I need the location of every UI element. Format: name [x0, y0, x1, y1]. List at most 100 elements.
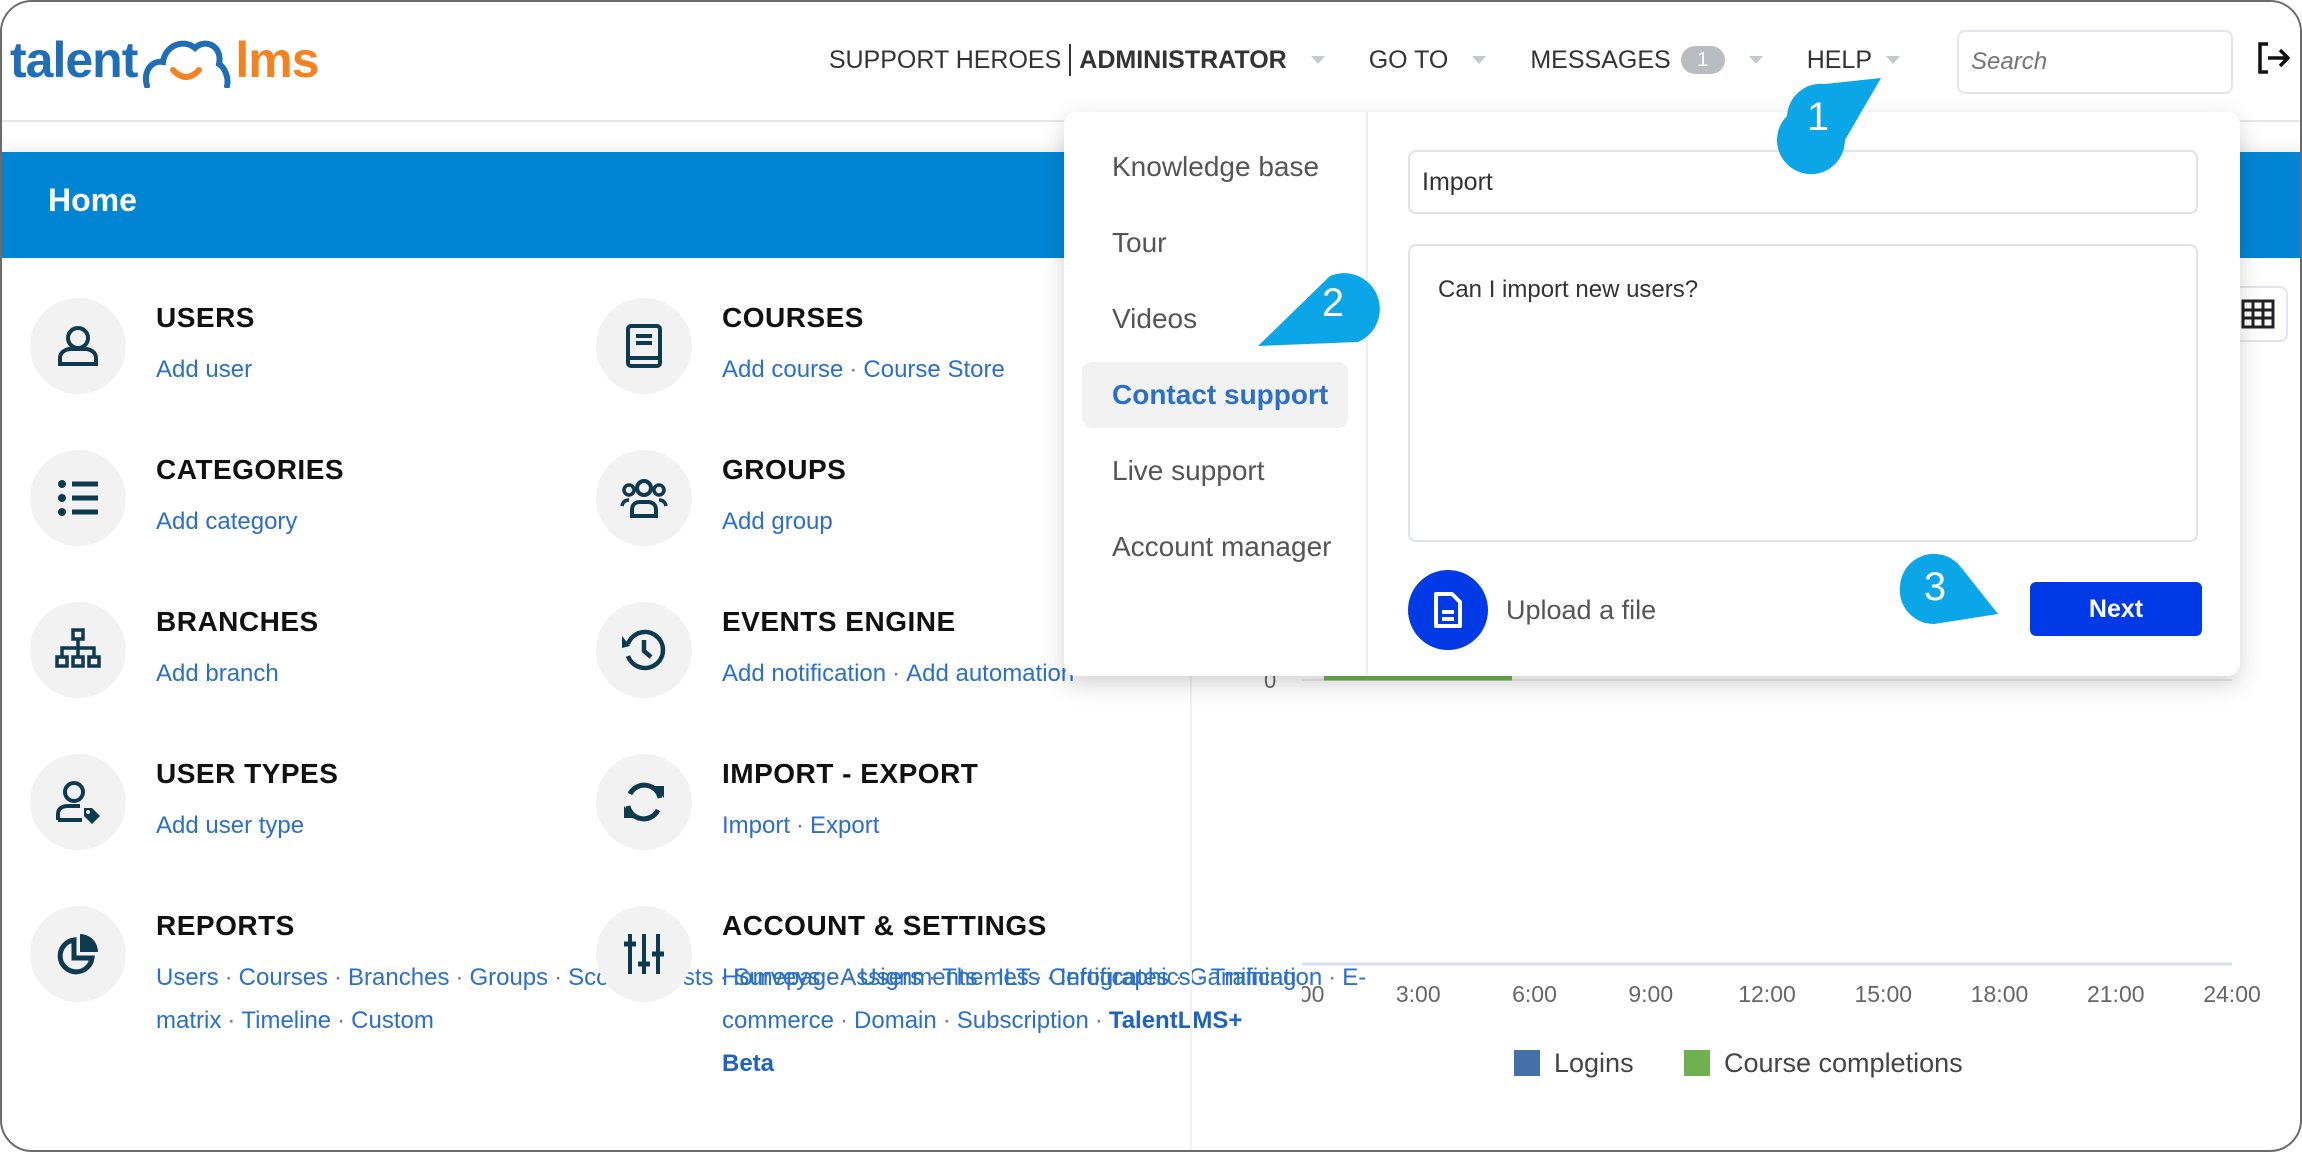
tile-link[interactable]: Certificates — [1049, 964, 1169, 991]
x-tick-label: 12:00 — [1738, 981, 1796, 1007]
tile-account-settings: ACCOUNT & SETTINGS Homepage · Users · Themes ·… — [596, 906, 1366, 1085]
tile-link[interactable]: Add notification — [722, 660, 886, 687]
app-window: talent lms SUPPORT HEROES ADMINISTRATOR … — [0, 0, 2302, 1152]
tile-links: Homepage · Users · Themes · Certificates · Gamif… — [722, 956, 1366, 1085]
tile-link[interactable]: Add category — [156, 508, 297, 535]
tile-link[interactable]: Add branch — [156, 660, 279, 687]
group-icon[interactable] — [596, 450, 692, 546]
tile-links: Users·Courses·Branches·Groups·Scorm·Test… — [156, 956, 1296, 1042]
tile-links: Add user type — [156, 804, 596, 847]
tile-title[interactable]: BRANCHES — [156, 606, 596, 638]
top-bar: talent lms SUPPORT HEROES ADMINISTRATOR … — [2, 2, 2300, 122]
chevron-down-icon — [1472, 56, 1487, 64]
tile-link[interactable]: Branches — [348, 964, 449, 991]
talentlms-logo[interactable]: talent lms — [10, 30, 320, 90]
upload-circle — [1408, 570, 1488, 650]
role-label: ADMINISTRATOR — [1079, 45, 1287, 74]
messages-count-badge: 1 — [1680, 46, 1725, 74]
pie-chart-icon[interactable] — [30, 906, 126, 1002]
link-separator: · — [840, 1007, 849, 1034]
tile-title[interactable]: REPORTS — [156, 910, 596, 942]
search-input[interactable] — [1957, 30, 2233, 94]
tile-link[interactable]: Add user type — [156, 812, 304, 839]
tile-title[interactable]: USER TYPES — [156, 758, 596, 790]
activity-chart: 0:00 3:00 6:00 9:00 12:00 15:00 18:00 21:00 24:0… — [1302, 675, 2261, 1078]
tile-link[interactable]: Add course — [722, 356, 843, 383]
chevron-down-icon — [1748, 56, 1763, 64]
tile-link[interactable]: Add user — [156, 356, 252, 383]
tile-body: USERS Add user — [156, 298, 596, 394]
callout-number: 3 — [1923, 564, 1947, 609]
callout-number: 2 — [1321, 280, 1345, 325]
tile-title[interactable]: ACCOUNT & SETTINGS — [722, 910, 1162, 942]
messages-label: MESSAGES — [1530, 45, 1671, 74]
tile-import-export: IMPORT - EXPORT Import · Export — [596, 754, 1162, 850]
tile-link[interactable]: Courses — [239, 964, 328, 991]
upload-label: Upload a file — [1506, 594, 1657, 625]
tile-links: Add category — [156, 500, 596, 543]
x-tick-label: 21:00 — [2087, 981, 2145, 1007]
tile-categories: CATEGORIES Add category — [30, 450, 596, 546]
goto-menu[interactable]: GO TO — [1369, 46, 1487, 75]
sliders-icon[interactable] — [596, 906, 692, 1002]
tile-title[interactable]: IMPORT - EXPORT — [722, 758, 1162, 790]
user-icon[interactable] — [30, 298, 126, 394]
help-menu-item-knowledge-base[interactable]: Knowledge base — [1082, 134, 1348, 200]
sitemap-icon[interactable] — [30, 602, 126, 698]
list-icon[interactable] — [30, 450, 126, 546]
tile-link[interactable]: Subscription — [957, 1007, 1089, 1034]
history-icon[interactable] — [596, 602, 692, 698]
tile-link[interactable]: Groups — [469, 964, 548, 991]
x-tick-label: 24:00 — [2203, 981, 2261, 1007]
link-separator: · — [942, 1007, 951, 1034]
message-textarea[interactable]: Can I import new users? — [1408, 244, 2198, 542]
chevron-down-icon — [1886, 56, 1900, 64]
link-separator: · — [845, 964, 854, 991]
separator — [1069, 44, 1072, 76]
next-button[interactable]: Next — [2030, 582, 2202, 636]
tile-links: Add user — [156, 348, 596, 391]
tile-title[interactable]: CATEGORIES — [156, 454, 596, 486]
link-separator: · — [224, 964, 233, 991]
link-separator: · — [227, 1007, 236, 1034]
legend-label: Course completions — [1724, 1048, 1963, 1078]
goto-label: GO TO — [1368, 45, 1449, 74]
link-separator: · — [334, 964, 343, 991]
tile-link[interactable]: Course Store — [863, 356, 1004, 383]
tile-link[interactable]: Domain — [854, 1007, 937, 1034]
table-grid-icon — [2241, 299, 2275, 329]
user-tag-icon[interactable] — [30, 754, 126, 850]
tile-link[interactable]: Users — [859, 964, 922, 991]
help-menu-item-tour[interactable]: Tour — [1082, 210, 1348, 276]
tile-link[interactable]: Import — [722, 812, 790, 839]
step-callout-2: 2 — [1258, 273, 1380, 346]
help-menu-list: Knowledge base Tour Videos Contact support L… — [1064, 112, 1368, 676]
callout-number: 1 — [1806, 94, 1830, 139]
x-tick-label: 6:00 — [1512, 981, 1557, 1007]
help-menu-item-live-support[interactable]: Live support — [1082, 438, 1348, 504]
legend-label: Logins — [1554, 1048, 1634, 1078]
tile-links: Add branch — [156, 652, 596, 695]
tile-link[interactable]: Homepage — [722, 964, 839, 991]
logout-icon[interactable] — [2254, 38, 2294, 78]
upload-file-button[interactable]: Upload a file — [1408, 570, 1656, 650]
account-menu[interactable]: SUPPORT HEROES ADMINISTRATOR — [829, 44, 1325, 76]
legend-swatch — [1514, 1050, 1540, 1076]
tile-body: CATEGORIES Add category — [156, 450, 596, 546]
tile-body: BRANCHES Add branch — [156, 602, 596, 698]
help-menu[interactable]: HELP — [1807, 46, 1900, 75]
tile-link[interactable]: Timeline — [241, 1007, 331, 1034]
tile-link[interactable]: Add automation — [906, 660, 1074, 687]
link-separator: · — [455, 964, 464, 991]
tile-link[interactable]: Custom — [351, 1007, 434, 1034]
tile-link[interactable]: Themes — [942, 964, 1029, 991]
tile-link[interactable]: Export — [810, 812, 879, 839]
messages-menu[interactable]: MESSAGES 1 — [1530, 45, 1763, 75]
tile-link[interactable]: Users — [156, 964, 219, 991]
tile-body: IMPORT - EXPORT Import · Export — [722, 754, 1162, 850]
sync-icon[interactable] — [596, 754, 692, 850]
help-menu-item-account-manager[interactable]: Account manager — [1082, 514, 1348, 580]
tile-link[interactable]: Add group — [722, 508, 833, 535]
book-icon[interactable] — [596, 298, 692, 394]
tile-title[interactable]: USERS — [156, 302, 596, 334]
